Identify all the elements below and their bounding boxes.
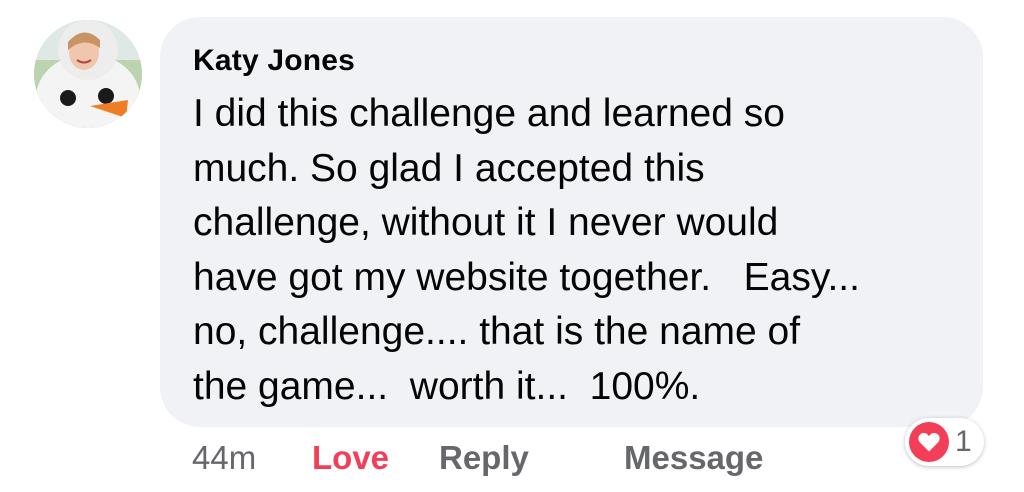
reaction-badge[interactable]: 1 — [905, 418, 984, 466]
message-button[interactable]: Message — [624, 436, 763, 480]
love-button[interactable]: Love — [312, 436, 389, 480]
comment-author[interactable]: Katy Jones — [193, 41, 953, 81]
heart-icon — [909, 422, 949, 462]
comment-bubble: Katy Jones I did this challenge and lear… — [160, 17, 983, 427]
avatar-photo — [34, 20, 142, 128]
reaction-count: 1 — [955, 425, 972, 458]
avatar[interactable] — [34, 20, 142, 128]
comment-timestamp[interactable]: 44m — [192, 436, 256, 480]
comment-text: I did this challenge and learned so much… — [193, 92, 860, 408]
reply-button[interactable]: Reply — [439, 436, 529, 480]
